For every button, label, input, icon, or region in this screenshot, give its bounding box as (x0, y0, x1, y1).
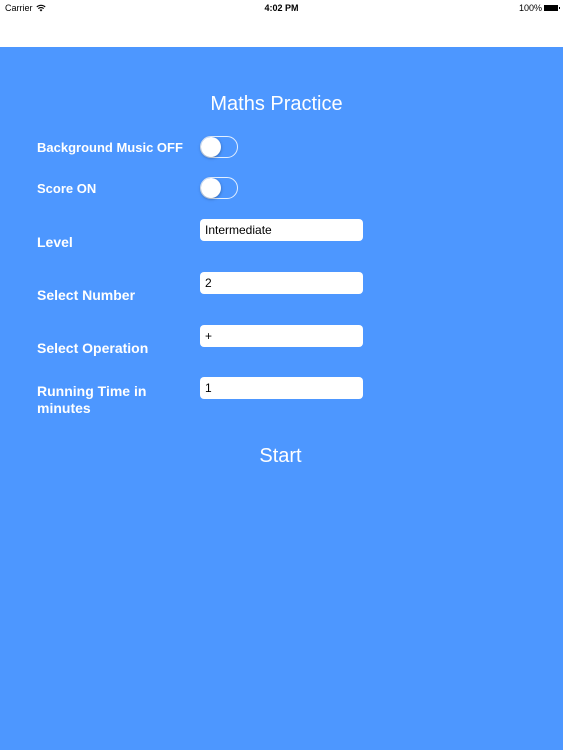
main-screen: Maths Practice Background Music OFF Scor… (0, 47, 563, 750)
start-button[interactable]: Start (0, 445, 563, 468)
page-title: Maths Practice (0, 93, 563, 116)
score-toggle[interactable] (200, 177, 238, 199)
level-field[interactable] (200, 219, 363, 241)
battery-info: 100% (518, 3, 560, 13)
running-time-field[interactable] (200, 377, 363, 399)
background-music-toggle[interactable] (200, 136, 238, 158)
start-label: Start (259, 445, 302, 467)
status-time: 4:02 PM (264, 3, 299, 13)
page-title-text: Maths Practice (210, 93, 343, 115)
select-number-label: Select Number (37, 287, 136, 303)
select-operation-label: Select Operation (37, 340, 149, 356)
select-operation-field[interactable] (200, 325, 363, 347)
running-time-label: Running Time in minutes (37, 383, 147, 416)
battery-percent: 100% (518, 3, 542, 13)
select-number-field[interactable] (200, 272, 363, 294)
level-label: Level (37, 234, 73, 250)
toggle-knob (201, 178, 221, 198)
background-music-label: Background Music OFF (37, 140, 183, 155)
toggle-knob (201, 137, 221, 157)
score-label: Score ON (37, 181, 97, 196)
battery-icon (544, 5, 560, 11)
status-bar: Carrier 4:02 PM 100% (0, 0, 563, 16)
